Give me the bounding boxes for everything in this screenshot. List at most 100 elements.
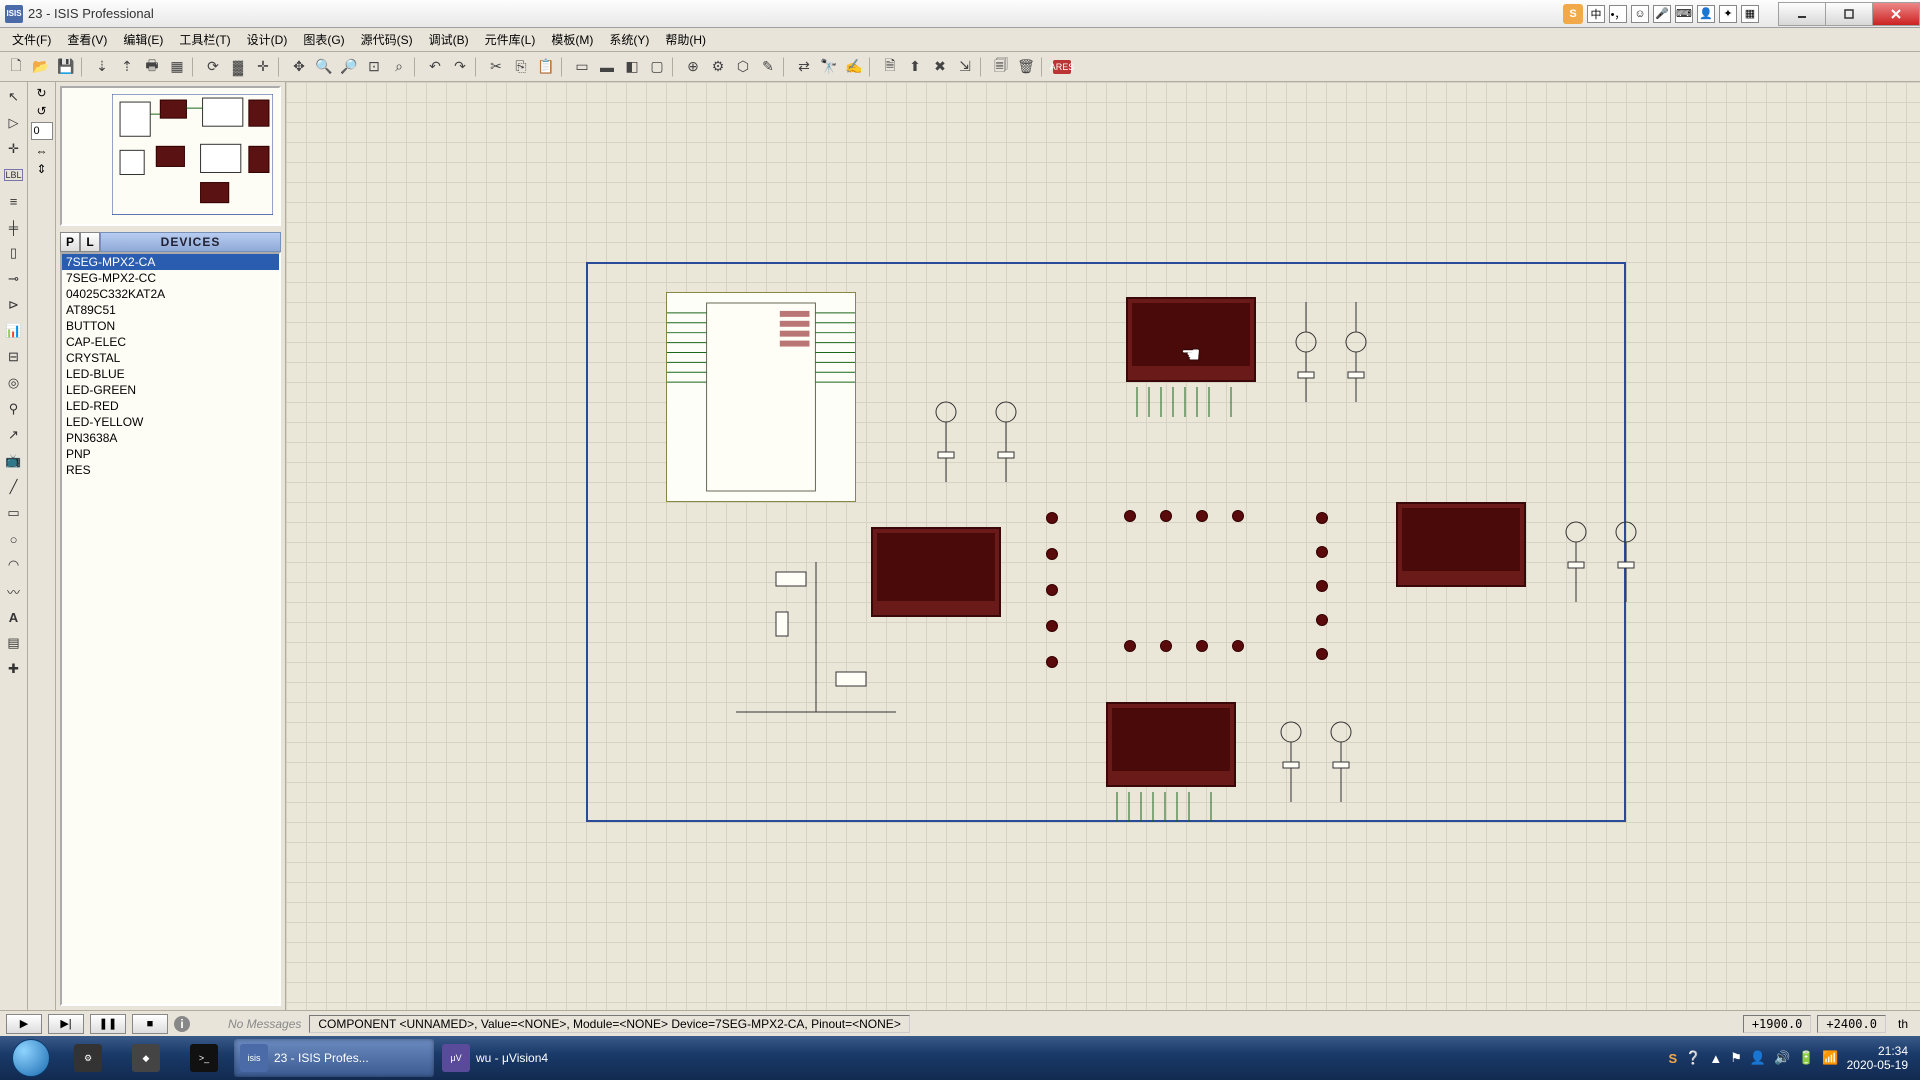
- library-button[interactable]: L: [80, 232, 100, 252]
- netlist-ares-button[interactable]: ✖: [928, 55, 952, 79]
- tray-battery-icon[interactable]: 🔋: [1798, 1050, 1814, 1066]
- wire-label-button[interactable]: LBL: [3, 164, 25, 186]
- zoom-in-button[interactable]: 🔍: [312, 55, 336, 79]
- ime-punct-icon[interactable]: •，: [1609, 5, 1627, 23]
- menu-item[interactable]: 源代码(S): [353, 29, 421, 50]
- mcu-chip[interactable]: [666, 292, 856, 502]
- tray-volume-icon[interactable]: 🔊: [1774, 1050, 1790, 1066]
- block-copy-button[interactable]: ▭: [570, 55, 594, 79]
- ime-person-icon[interactable]: 👤: [1697, 5, 1715, 23]
- seven-seg-1[interactable]: [1126, 297, 1256, 382]
- ime-mic-icon[interactable]: 🎤: [1653, 5, 1671, 23]
- line-button[interactable]: ╱: [3, 476, 25, 498]
- bus-mode-button[interactable]: ╪: [3, 216, 25, 238]
- start-button[interactable]: [4, 1038, 58, 1078]
- step-button[interactable]: ▶|: [48, 1014, 84, 1034]
- tray-clock[interactable]: 21:34 2020-05-19: [1847, 1044, 1908, 1073]
- package-button[interactable]: ⬡: [731, 55, 755, 79]
- copy-button[interactable]: ⎘: [509, 55, 533, 79]
- crystal-cap-cluster[interactable]: [716, 562, 916, 762]
- component-mode-button[interactable]: ▷: [3, 112, 25, 134]
- terminals-button[interactable]: ⊸: [3, 268, 25, 290]
- ime-mode[interactable]: 中: [1587, 5, 1605, 23]
- import-button[interactable]: ⇣: [90, 55, 114, 79]
- marker-button[interactable]: ✚: [3, 658, 25, 680]
- menu-item[interactable]: 系统(Y): [601, 29, 657, 50]
- grid-button[interactable]: ▓: [226, 55, 250, 79]
- tray-chevron-up-icon[interactable]: ▲: [1709, 1051, 1722, 1066]
- wire-autorouter-button[interactable]: ⇄: [792, 55, 816, 79]
- device-row[interactable]: PNP: [62, 446, 279, 462]
- ime-keyboard-icon[interactable]: ⌨: [1675, 5, 1693, 23]
- mirror-v-button[interactable]: ⇕: [36, 162, 46, 176]
- menu-item[interactable]: 元件库(L): [477, 29, 544, 50]
- taskbar-pinned-2[interactable]: ◆: [118, 1039, 174, 1077]
- subcircuit-button[interactable]: ▯: [3, 242, 25, 264]
- taskbar-pinned-1[interactable]: ⚙: [60, 1039, 116, 1077]
- transistor-group-q5q6[interactable]: [1261, 702, 1381, 812]
- taskbar-app[interactable]: isis23 - ISIS Profes...: [234, 1039, 434, 1077]
- button-col[interactable]: [1046, 512, 1058, 668]
- virtual-instruments-button[interactable]: 📺: [3, 450, 25, 472]
- block-delete-button[interactable]: ▢: [645, 55, 669, 79]
- device-row[interactable]: CAP-ELEC: [62, 334, 279, 350]
- led-row-bottom[interactable]: [1124, 640, 1244, 652]
- ares-button[interactable]: ARES: [1050, 55, 1074, 79]
- open-file-button[interactable]: 📂: [29, 55, 53, 79]
- maximize-button[interactable]: [1825, 2, 1873, 26]
- menu-item[interactable]: 查看(V): [59, 29, 115, 50]
- erc-button[interactable]: ⬆: [903, 55, 927, 79]
- device-row[interactable]: RES: [62, 462, 279, 478]
- device-row[interactable]: LED-GREEN: [62, 382, 279, 398]
- pick-device-button[interactable]: P: [60, 232, 80, 252]
- minimize-button[interactable]: [1778, 2, 1826, 26]
- refresh-button[interactable]: ⟳: [201, 55, 225, 79]
- bill-of-materials-button[interactable]: 🗎: [878, 55, 902, 79]
- menu-item[interactable]: 设计(D): [239, 29, 296, 50]
- generator-mode-button[interactable]: ◎: [3, 372, 25, 394]
- menu-item[interactable]: 编辑(E): [115, 29, 171, 50]
- ime-smile-icon[interactable]: ☺: [1631, 5, 1649, 23]
- tape-mode-button[interactable]: ⊟: [3, 346, 25, 368]
- seven-seg-3[interactable]: [1396, 502, 1526, 587]
- ime-gear-icon[interactable]: ✦: [1719, 5, 1737, 23]
- device-row[interactable]: LED-BLUE: [62, 366, 279, 382]
- device-row[interactable]: 7SEG-MPX2-CA: [62, 254, 279, 270]
- graph-mode-button[interactable]: 📊: [3, 320, 25, 342]
- pan-button[interactable]: ✥: [287, 55, 311, 79]
- text-script-button[interactable]: ≡: [3, 190, 25, 212]
- undo-button[interactable]: ↶: [423, 55, 447, 79]
- taskbar-app[interactable]: μVwu - μVision4: [436, 1039, 636, 1077]
- area-button[interactable]: ▦: [165, 55, 189, 79]
- remove-sheet-button[interactable]: 🗑: [1014, 55, 1038, 79]
- device-row[interactable]: LED-RED: [62, 398, 279, 414]
- transistor-group-q3q4[interactable]: [1546, 502, 1666, 612]
- zoom-all-button[interactable]: ⊡: [362, 55, 386, 79]
- ime-grid-icon[interactable]: ▦: [1741, 5, 1759, 23]
- pause-button[interactable]: ❚❚: [90, 1014, 126, 1034]
- mirror-h-button[interactable]: ⇔: [36, 144, 48, 158]
- menu-item[interactable]: 调试(B): [421, 29, 477, 50]
- device-pins-button[interactable]: ⊳: [3, 294, 25, 316]
- path-button[interactable]: 〰: [3, 580, 25, 602]
- box-button[interactable]: ▭: [3, 502, 25, 524]
- new-sheet-button[interactable]: 🗐: [989, 55, 1013, 79]
- circle-button[interactable]: ○: [3, 528, 25, 550]
- menu-item[interactable]: 帮助(H): [657, 29, 714, 50]
- stop-button[interactable]: ■: [132, 1014, 168, 1034]
- menu-item[interactable]: 文件(F): [4, 29, 59, 50]
- rotate-ccw-button[interactable]: ↺: [36, 104, 46, 118]
- overview-window[interactable]: [60, 86, 281, 226]
- redo-button[interactable]: ↷: [448, 55, 472, 79]
- play-button[interactable]: ▶: [6, 1014, 42, 1034]
- origin-button[interactable]: ✛: [251, 55, 275, 79]
- menu-item[interactable]: 模板(M): [543, 29, 601, 50]
- export-button[interactable]: ⇡: [115, 55, 139, 79]
- cut-button[interactable]: ✂: [484, 55, 508, 79]
- junction-mode-button[interactable]: ✛: [3, 138, 25, 160]
- save-file-button[interactable]: 💾: [54, 55, 78, 79]
- selection-mode-button[interactable]: ↖: [3, 86, 25, 108]
- make-device-button[interactable]: ⚙: [706, 55, 730, 79]
- zoom-area-button[interactable]: ⌕: [387, 55, 411, 79]
- device-row[interactable]: 7SEG-MPX2-CC: [62, 270, 279, 286]
